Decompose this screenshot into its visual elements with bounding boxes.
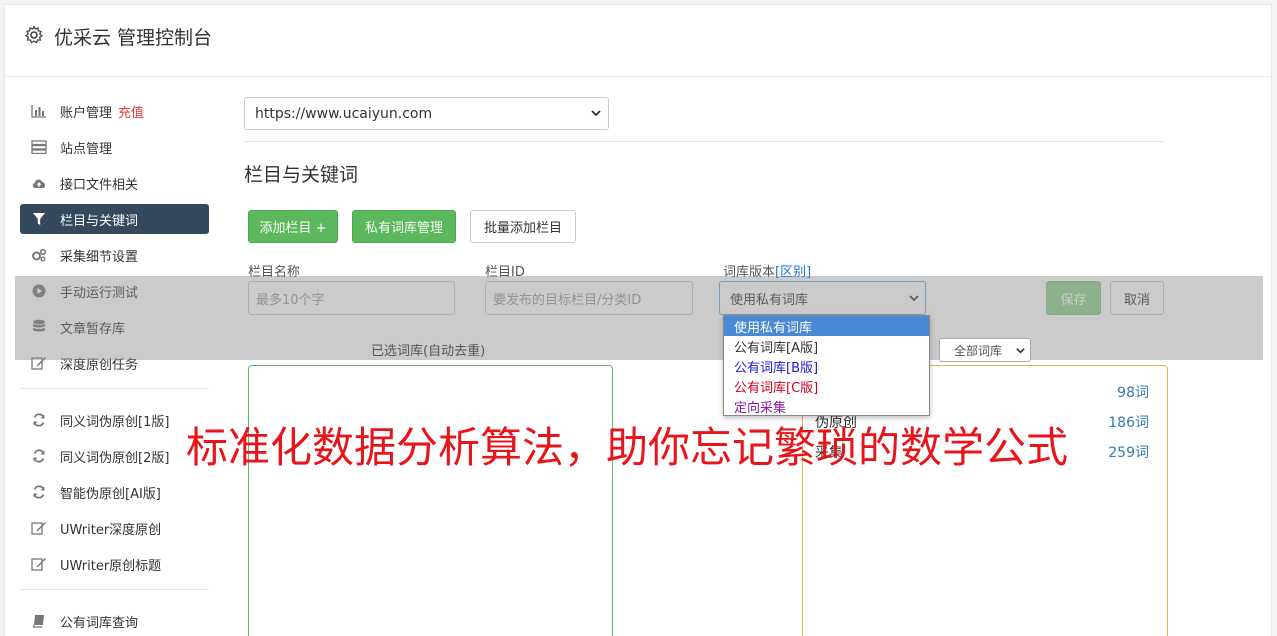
sidebar-item-collect-settings[interactable]: 采集细节设置 (20, 240, 209, 270)
selected-lib-label: 已选词库(自动去重) (371, 344, 486, 359)
selected-lib-box[interactable] (248, 365, 613, 636)
sidebar-item-label: 站点管理 (60, 141, 113, 157)
sidebar-item-label: 智能伪原创[AI版] (60, 486, 161, 502)
sidebar-item-ai-original[interactable]: 智能伪原创[AI版] (20, 477, 209, 507)
sidebar-item-label: 公有词库查询 (60, 615, 139, 631)
sidebar-item-label: 栏目与关键词 (60, 213, 139, 229)
bar-chart-icon (31, 103, 47, 119)
page-title: 优采云 管理控制台 (54, 27, 213, 49)
sidebar-item-public-lib-query[interactable]: 公有词库查询 (20, 606, 209, 636)
all-lib-select[interactable]: 全部词库 (939, 338, 1031, 362)
sidebar-item-label: 采集细节设置 (60, 249, 139, 265)
sidebar-item-label: UWriter深度原创 (60, 522, 162, 538)
dropdown-option[interactable]: 公有词库[C版] (724, 376, 929, 396)
sidebar-divider (20, 589, 209, 590)
lib-row-count: 98词 (1117, 385, 1149, 401)
dropdown-option[interactable]: 公有词库[A版] (724, 336, 929, 356)
private-lib-button[interactable]: 私有词库管理 (352, 210, 456, 243)
chevron-down-icon (590, 107, 602, 123)
refresh-icon (31, 484, 47, 500)
lib-row-count: 259词 (1108, 445, 1149, 461)
cloud-upload-icon (31, 175, 47, 191)
sidebar-item-account[interactable]: 账户管理 充值 (20, 96, 209, 126)
chevron-down-icon (1015, 345, 1026, 359)
sidebar-item-columns[interactable]: 栏目与关键词 (20, 204, 209, 234)
section-title: 栏目与关键词 (244, 164, 359, 186)
sidebar-item-label: UWriter原创标题 (60, 558, 162, 574)
sidebar-item-uwriter-deep[interactable]: UWriter深度原创 (20, 513, 209, 543)
dropdown-option[interactable]: 定向采集 (724, 396, 929, 416)
site-select[interactable]: https://www.ucaiyun.com (244, 97, 609, 130)
add-column-button[interactable]: 添加栏目 + (248, 210, 338, 243)
lib-row-count: 186词 (1108, 415, 1149, 431)
cogs-icon (31, 247, 47, 263)
batch-add-button[interactable]: 批量添加栏目 (470, 210, 576, 243)
sidebar-item-label: 同义词伪原创[1版] (60, 414, 170, 430)
refresh-icon (31, 412, 47, 428)
sidebar-item-interface[interactable]: 接口文件相关 (20, 168, 209, 198)
dropdown-option[interactable]: 公有词库[B版] (724, 356, 929, 376)
gear-icon (24, 25, 44, 45)
sidebar-item-synonym-v1[interactable]: 同义词伪原创[1版] (20, 405, 209, 435)
sidebar-item-label: 接口文件相关 (60, 177, 139, 193)
filter-icon (31, 211, 47, 227)
sidebar-item-synonym-v2[interactable]: 同义词伪原创[2版] (20, 441, 209, 471)
sidebar-divider (20, 388, 209, 389)
server-icon (31, 139, 47, 155)
recharge-link[interactable]: 充值 (118, 102, 144, 121)
sidebar-item-label: 账户管理 (60, 105, 113, 121)
sidebar-item-uwriter-title[interactable]: UWriter原创标题 (20, 549, 209, 579)
edit-icon (31, 520, 47, 536)
lib-version-dropdown: 使用私有词库 公有词库[A版] 公有词库[B版] 公有词库[C版] 定向采集 (723, 315, 930, 416)
sidebar-item-label: 同义词伪原创[2版] (60, 450, 170, 466)
header: 优采云 管理控制台 (5, 5, 1271, 77)
edit-icon (31, 556, 47, 572)
promo-banner-text: 标准化数据分析算法，助你忘记繁琐的数学公式 (186, 423, 1069, 472)
sidebar-item-sites[interactable]: 站点管理 (20, 132, 209, 162)
sidebar: 账户管理 充值 站点管理 接口文件相关 栏目与关键词 采集细节设置 手动运行测试… (20, 96, 209, 636)
site-select-value: https://www.ucaiyun.com (255, 105, 433, 122)
book-icon (31, 613, 47, 629)
dropdown-option[interactable]: 使用私有词库 (724, 316, 929, 336)
all-lib-select-value: 全部词库 (954, 343, 1003, 358)
overlay-band (15, 276, 1263, 360)
refresh-icon (31, 448, 47, 464)
divider (244, 141, 1164, 142)
